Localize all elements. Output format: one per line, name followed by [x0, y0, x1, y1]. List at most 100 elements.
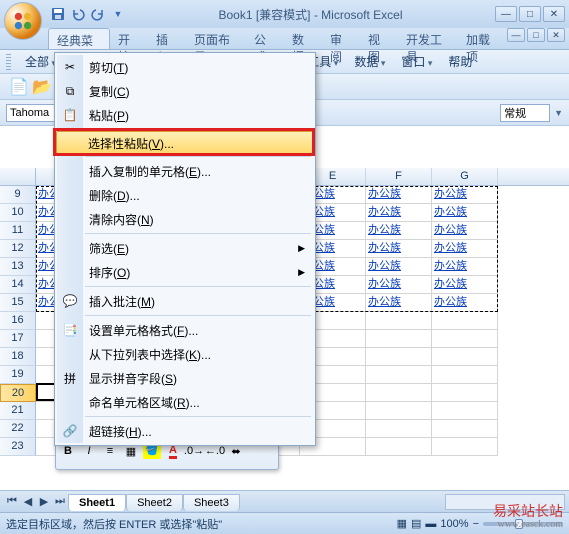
cell-G22[interactable] — [432, 420, 498, 438]
row-header-17[interactable]: 17 — [0, 330, 36, 348]
cell-G15[interactable]: 办公族 — [432, 294, 498, 312]
cell-F13[interactable]: 办公族 — [366, 258, 432, 276]
row-header-15[interactable]: 15 — [0, 294, 36, 312]
view-layout-icon[interactable]: ▤ — [411, 517, 421, 530]
menu-item-8[interactable]: 清除内容(N) — [57, 207, 313, 231]
row-header-11[interactable]: 11 — [0, 222, 36, 240]
next-sheet-icon[interactable]: ▶ — [36, 494, 52, 510]
cell-F16[interactable] — [366, 312, 432, 330]
menu-item-20[interactable]: 🔗超链接(H)... — [57, 419, 313, 443]
tab-formulas[interactable]: 公式 — [246, 28, 284, 49]
cell-G16[interactable] — [432, 312, 498, 330]
qat-customize-icon[interactable]: ▼ — [110, 6, 126, 22]
doc-minimize-button[interactable]: — — [507, 28, 525, 42]
row-header-18[interactable]: 18 — [0, 348, 36, 366]
cell-G12[interactable]: 办公族 — [432, 240, 498, 258]
tab-review[interactable]: 审阅 — [322, 28, 360, 49]
menu-help[interactable]: 帮助 — [442, 51, 478, 72]
row-header-14[interactable]: 14 — [0, 276, 36, 294]
first-sheet-icon[interactable]: ⏮ — [4, 494, 20, 510]
tab-developer[interactable]: 开发工具 — [398, 28, 458, 49]
zoom-level[interactable]: 100% — [440, 518, 468, 530]
tab-classic-menu[interactable]: 经典菜单 — [48, 28, 110, 49]
sheet-tab-3[interactable]: Sheet3 — [183, 494, 240, 511]
row-header-20[interactable]: 20 — [0, 384, 36, 402]
cell-G14[interactable]: 办公族 — [432, 276, 498, 294]
tab-addins[interactable]: 加载项 — [458, 28, 507, 49]
menu-item-0[interactable]: ✂剪切(T) — [57, 55, 313, 79]
cell-G11[interactable]: 办公族 — [432, 222, 498, 240]
tab-insert[interactable]: 插入 — [148, 28, 186, 49]
cell-F15[interactable]: 办公族 — [366, 294, 432, 312]
sheet-tab-2[interactable]: Sheet2 — [126, 494, 183, 511]
cell-F22[interactable] — [366, 420, 432, 438]
view-normal-icon[interactable]: ▦ — [397, 517, 407, 530]
cell-G18[interactable] — [432, 348, 498, 366]
tab-view[interactable]: 视图 — [360, 28, 398, 49]
cell-F23[interactable] — [366, 438, 432, 456]
row-header-22[interactable]: 22 — [0, 420, 36, 438]
cell-F9[interactable]: 办公族 — [366, 186, 432, 204]
sheet-tab-1[interactable]: Sheet1 — [68, 494, 126, 511]
row-header-13[interactable]: 13 — [0, 258, 36, 276]
open-icon[interactable]: 📂 — [32, 77, 52, 97]
cell-G23[interactable] — [432, 438, 498, 456]
undo-icon[interactable] — [70, 6, 86, 22]
office-button[interactable] — [4, 2, 42, 40]
last-sheet-icon[interactable]: ⏭ — [52, 494, 68, 510]
prev-sheet-icon[interactable]: ◀ — [20, 494, 36, 510]
tab-home[interactable]: 开始 — [110, 28, 148, 49]
zoom-out-icon[interactable]: − — [473, 518, 479, 530]
minimize-button[interactable]: — — [495, 6, 517, 22]
cell-F18[interactable] — [366, 348, 432, 366]
view-break-icon[interactable]: ▬ — [425, 518, 436, 530]
cell-G9[interactable]: 办公族 — [432, 186, 498, 204]
menu-item-2[interactable]: 📋粘贴(P) — [57, 103, 313, 127]
menu-window[interactable]: 窗口 — [395, 51, 438, 72]
cell-F21[interactable] — [366, 402, 432, 420]
save-icon[interactable] — [50, 6, 66, 22]
doc-close-button[interactable]: ✕ — [547, 28, 565, 42]
menu-item-13[interactable]: 💬插入批注(M) — [57, 289, 313, 313]
menu-item-6[interactable]: 插入复制的单元格(E)... — [57, 159, 313, 183]
row-header-19[interactable]: 19 — [0, 366, 36, 384]
cell-F10[interactable]: 办公族 — [366, 204, 432, 222]
cell-G19[interactable] — [432, 366, 498, 384]
col-header-F[interactable]: F — [366, 168, 432, 185]
menu-item-15[interactable]: 📑设置单元格格式(F)... — [57, 318, 313, 342]
close-button[interactable]: ✕ — [543, 6, 565, 22]
doc-restore-button[interactable]: □ — [527, 28, 545, 42]
menu-item-7[interactable]: 删除(D)... — [57, 183, 313, 207]
cell-G13[interactable]: 办公族 — [432, 258, 498, 276]
menu-item-16[interactable]: 从下拉列表中选择(K)... — [57, 342, 313, 366]
col-header-G[interactable]: G — [432, 168, 498, 185]
cell-F17[interactable] — [366, 330, 432, 348]
menu-item-1[interactable]: ⧉复制(C) — [57, 79, 313, 103]
menu-item-4[interactable]: 选择性粘贴(V)... — [56, 131, 314, 155]
cell-G10[interactable]: 办公族 — [432, 204, 498, 222]
row-header-23[interactable]: 23 — [0, 438, 36, 456]
cell-F12[interactable]: 办公族 — [366, 240, 432, 258]
menu-data[interactable]: 数据 — [348, 51, 391, 72]
row-header-9[interactable]: 9 — [0, 186, 36, 204]
cell-F20[interactable] — [366, 384, 432, 402]
select-all-corner[interactable] — [0, 168, 36, 186]
tab-data[interactable]: 数据 — [284, 28, 322, 49]
cell-G17[interactable] — [432, 330, 498, 348]
number-format-select[interactable]: 常规 — [500, 104, 550, 122]
redo-icon[interactable] — [90, 6, 106, 22]
menu-item-18[interactable]: 命名单元格区域(R)... — [57, 390, 313, 414]
new-icon[interactable]: 📄 — [9, 77, 29, 97]
cell-G20[interactable] — [432, 384, 498, 402]
row-header-12[interactable]: 12 — [0, 240, 36, 258]
cell-F19[interactable] — [366, 366, 432, 384]
tab-page-layout[interactable]: 页面布局 — [186, 28, 246, 49]
row-header-16[interactable]: 16 — [0, 312, 36, 330]
cell-G21[interactable] — [432, 402, 498, 420]
menu-item-11[interactable]: 排序(O)▶ — [57, 260, 313, 284]
row-header-21[interactable]: 21 — [0, 402, 36, 420]
menu-item-10[interactable]: 筛选(E)▶ — [57, 236, 313, 260]
cell-F14[interactable]: 办公族 — [366, 276, 432, 294]
maximize-button[interactable]: □ — [519, 6, 541, 22]
menu-item-17[interactable]: 拼显示拼音字段(S) — [57, 366, 313, 390]
